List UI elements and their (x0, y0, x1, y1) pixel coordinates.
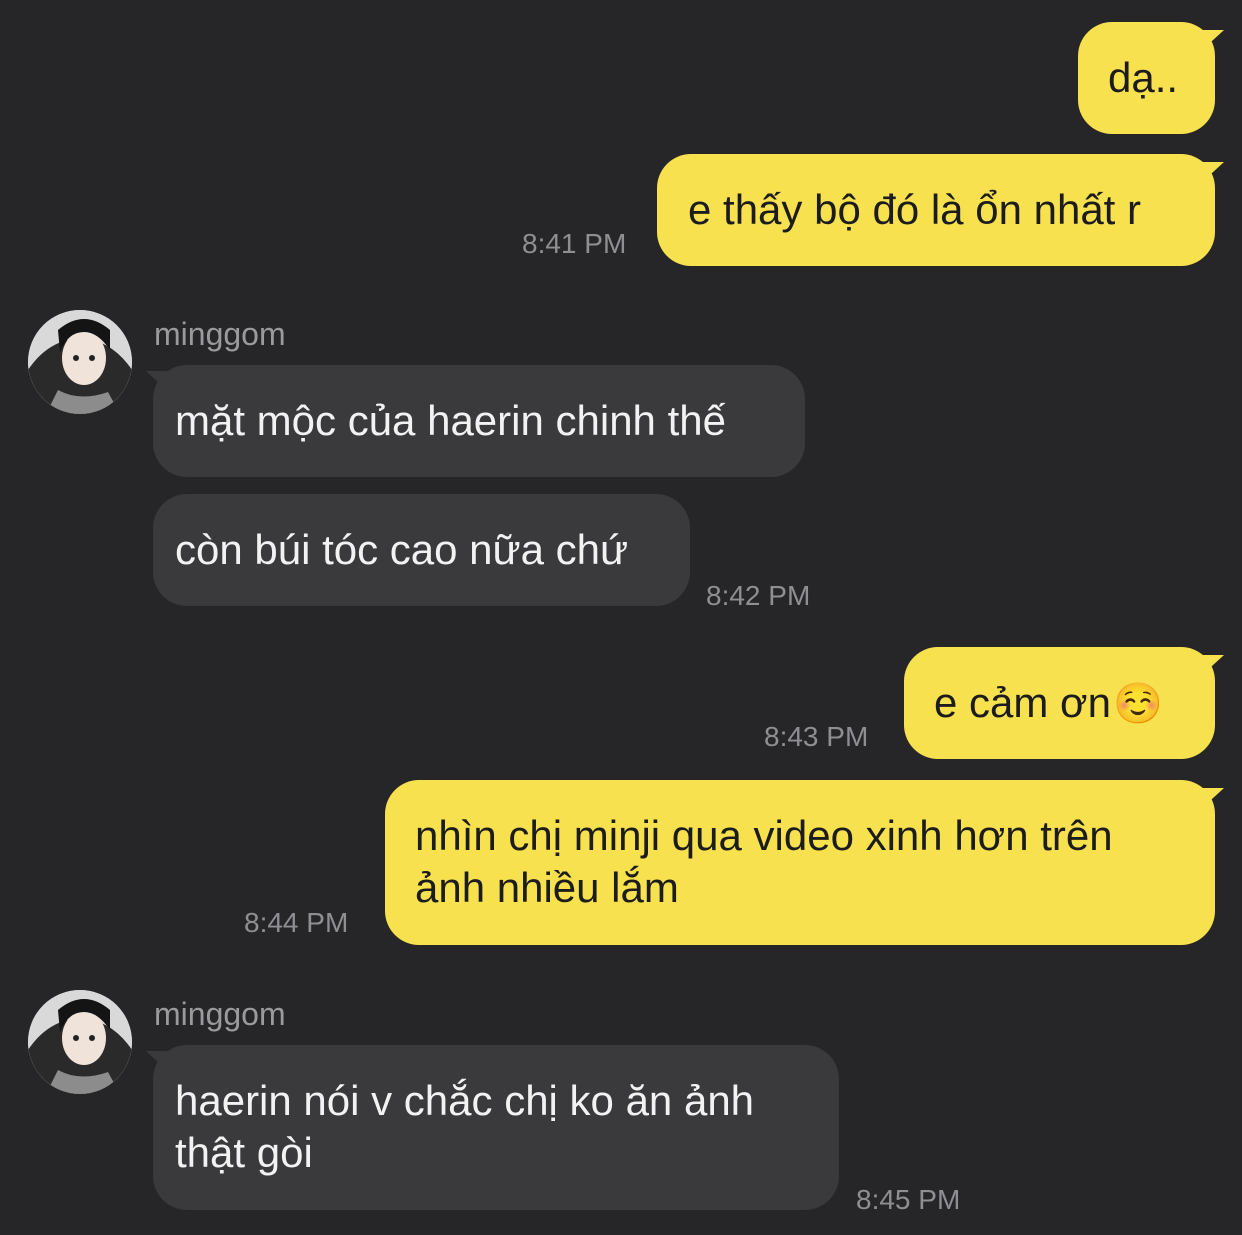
message-timestamp: 8:42 PM (706, 580, 811, 611)
avatar[interactable] (28, 310, 132, 414)
their-message-bubble[interactable]: mặt mộc của haerin chinh thế (153, 365, 805, 477)
message-text-line: thật gòi (175, 1129, 313, 1176)
sender-name: minggom (154, 996, 286, 1032)
their-message-bubble[interactable]: haerin nói v chắc chị ko ăn ảnh thật gòi (153, 1045, 839, 1210)
message-text: còn búi tóc cao nữa chứ (175, 526, 629, 573)
message-timestamp: 8:44 PM (244, 907, 349, 938)
message-text-line: nhìn chị minji qua video xinh hơn trên (415, 812, 1113, 859)
sender-name: minggom (154, 316, 286, 352)
my-message-bubble[interactable]: e thấy bộ đó là ổn nhất r (657, 154, 1215, 266)
message-text: mặt mộc của haerin chinh thế (175, 397, 726, 444)
my-message-bubble[interactable]: dạ.. (1078, 22, 1215, 134)
my-message-bubble[interactable]: nhìn chị minji qua video xinh hơn trên ả… (385, 780, 1215, 945)
message-text-line: haerin nói v chắc chị ko ăn ảnh (175, 1077, 755, 1124)
message-text: e cảm ơn (934, 679, 1111, 726)
profile-photo-icon (28, 990, 132, 1094)
message-timestamp: 8:41 PM (522, 228, 627, 259)
my-message-bubble[interactable]: e cảm ơn☺️ (904, 647, 1215, 759)
smiling-emoji-icon: ☺️ (1112, 681, 1163, 727)
their-message-bubble[interactable]: còn búi tóc cao nữa chứ (153, 494, 690, 606)
message-text: dạ.. (1108, 54, 1179, 101)
profile-photo-icon (28, 310, 132, 414)
message-timestamp: 8:45 PM (856, 1184, 961, 1215)
message-text: e thấy bộ đó là ổn nhất r (688, 186, 1141, 233)
avatar[interactable] (28, 990, 132, 1094)
message-text-line: ảnh nhiều lắm (415, 864, 679, 911)
message-timestamp: 8:43 PM (764, 721, 869, 752)
